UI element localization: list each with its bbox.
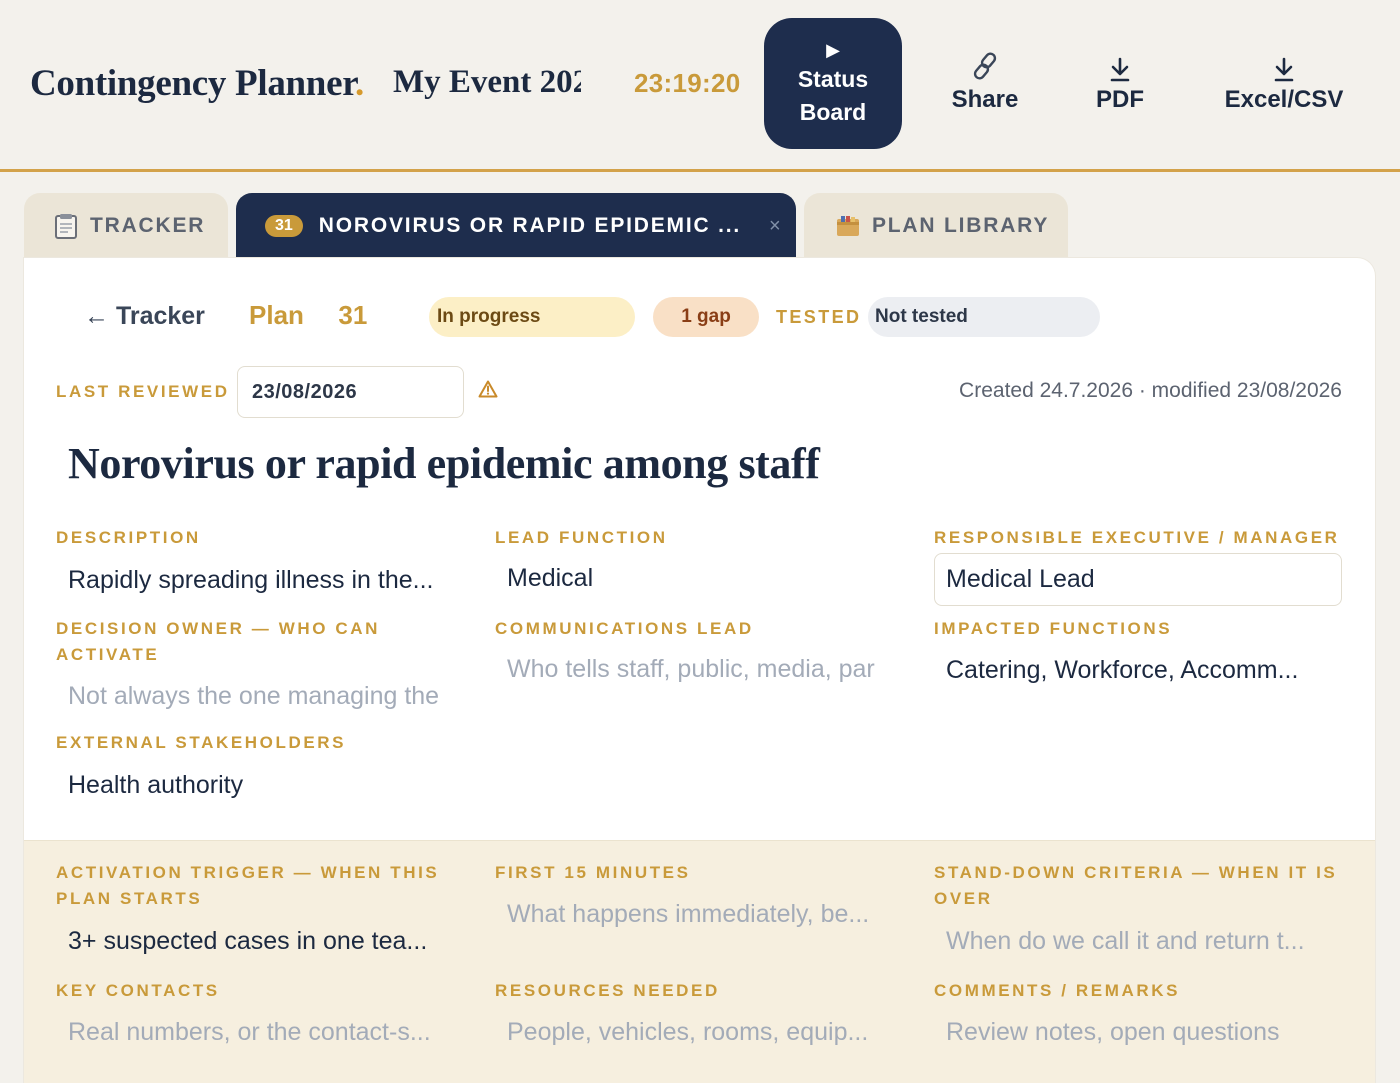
excel-csv-download-button[interactable]: Excel/CSV (1214, 48, 1354, 120)
activation-trigger-field[interactable]: 3+ suspected cases in one tea... (68, 927, 458, 956)
decision-owner-field[interactable]: Not always the one managing the (68, 682, 451, 711)
communications-lead-label: COMMUNICATIONS LEAD (495, 619, 754, 638)
plan-title[interactable]: Norovirus or rapid epidemic among staff (68, 438, 820, 489)
response-section: ACTIVATION TRIGGER — WHEN THIS PLAN STAR… (24, 840, 1375, 1083)
resources-needed-field[interactable]: People, vehicles, rooms, equip... (507, 1018, 897, 1047)
plan-number-badge: 31 (265, 215, 303, 237)
lead-function-label: LEAD FUNCTION (495, 528, 668, 547)
link-icon (969, 48, 1001, 82)
responsible-executive-input[interactable]: Medical Lead (934, 553, 1342, 606)
decision-owner-label: DECISION OWNER — WHO CAN ACTIVATE (56, 619, 381, 664)
tab-plan-library[interactable]: PLAN LIBRARY (804, 193, 1068, 259)
created-modified-info: Created 24.7.2026 · modified 23/08/2026 (959, 379, 1342, 402)
warning-icon (478, 380, 498, 403)
live-clock: 23:19:20 (634, 68, 741, 98)
app-header: Contingency Planner. My Event 2027 23:19… (0, 0, 1400, 172)
tab-tracker[interactable]: TRACKER (24, 193, 228, 259)
tab-plan-31[interactable]: 31 NOROVIRUS OR RAPID EPIDEMIC ... × (236, 193, 796, 259)
resources-needed-label: RESOURCES NEEDED (495, 981, 720, 1000)
impacted-functions-label: IMPACTED FUNCTIONS (934, 619, 1173, 638)
stand-down-criteria-label: STAND-DOWN CRITERIA — WHEN IT IS OVER (934, 863, 1338, 908)
communications-lead-field[interactable]: Who tells staff, public, media, par (507, 655, 891, 684)
responsible-executive-label: RESPONSIBLE EXECUTIVE / MANAGER (934, 528, 1340, 547)
activation-trigger-label: ACTIVATION TRIGGER — WHEN THIS PLAN STAR… (56, 863, 440, 908)
event-name[interactable]: My Event 2027 (393, 64, 581, 101)
stand-down-criteria-field[interactable]: When do we call it and return t... (946, 927, 1346, 956)
description-field[interactable]: Rapidly spreading illness in the... (68, 566, 458, 595)
folder-icon (836, 214, 860, 238)
last-reviewed-label: LAST REVIEWED (56, 382, 230, 401)
download-icon (1109, 48, 1131, 82)
description-label: DESCRIPTION (56, 528, 201, 547)
tested-label: TESTED (776, 307, 862, 327)
close-icon[interactable]: × (769, 215, 781, 238)
tested-select[interactable]: Not tested (868, 297, 1100, 337)
first-15-minutes-label: FIRST 15 MINUTES (495, 863, 691, 882)
first-15-minutes-field[interactable]: What happens immediately, be... (507, 900, 897, 929)
plan-detail-panel: ← Tracker Plan 31 In progress 1 gap TEST… (24, 258, 1375, 1083)
gap-count-badge[interactable]: 1 gap (653, 297, 759, 337)
app-brand: Contingency Planner. (30, 63, 364, 104)
external-stakeholders-label: EXTERNAL STAKEHOLDERS (56, 733, 347, 752)
download-icon (1273, 48, 1295, 82)
back-to-tracker-link[interactable]: ← Tracker (84, 302, 205, 331)
plan-number: Plan 31 (249, 300, 368, 330)
impacted-functions-field[interactable]: Catering, Workforce, Accomm... (946, 656, 1346, 685)
comments-label: COMMENTS / REMARKS (934, 981, 1181, 1000)
comments-field[interactable]: Review notes, open questions (946, 1018, 1346, 1047)
key-contacts-field[interactable]: Real numbers, or the contact-s... (68, 1018, 458, 1047)
key-contacts-label: KEY CONTACTS (56, 981, 220, 1000)
external-stakeholders-field[interactable]: Health authority (68, 771, 458, 800)
lead-function-field[interactable]: Medical (507, 564, 897, 593)
status-select[interactable]: In progress (429, 297, 635, 337)
play-icon: ▶ (826, 39, 840, 60)
status-board-button[interactable]: ▶ Status Board (764, 18, 902, 149)
last-reviewed-date-input[interactable]: 23/08/2026 (237, 366, 464, 418)
share-button[interactable]: Share (944, 48, 1026, 120)
clipboard-icon (54, 213, 78, 239)
pdf-download-button[interactable]: PDF (1090, 48, 1150, 120)
